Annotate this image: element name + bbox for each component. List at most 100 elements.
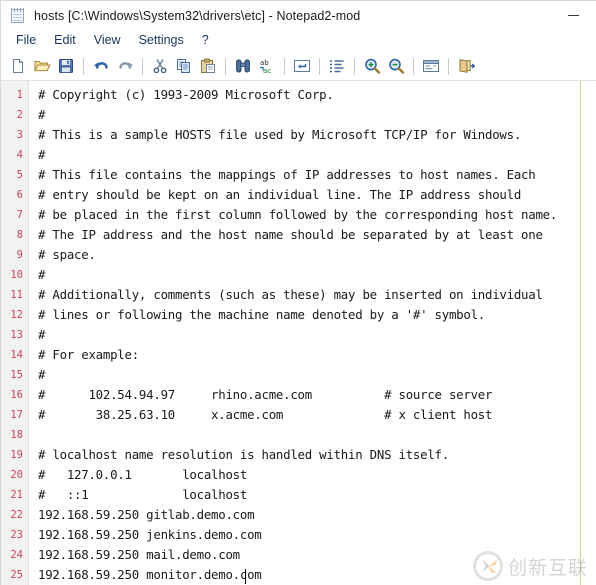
line-number: 19 <box>10 449 23 461</box>
line-number: 12 <box>10 309 23 321</box>
code-line: 192.168.59.250 gitlab.demo.com <box>38 507 255 522</box>
code-line: # be placed in the first column followed… <box>38 207 558 222</box>
redo-button[interactable] <box>113 55 137 78</box>
code-line: # 38.25.63.10 x.acme.com # x client host <box>38 407 493 422</box>
line-number: 3 <box>16 129 23 141</box>
code-line: 192.168.59.250 monitor.demo.com <box>38 567 262 582</box>
code-line: # <box>38 107 46 122</box>
line-number: 7 <box>16 209 23 221</box>
menu-item-edit[interactable]: Edit <box>45 31 85 51</box>
code-text[interactable]: # Copyright (c) 1993-2009 Microsoft Corp… <box>29 81 596 585</box>
line-number: 6 <box>16 189 23 201</box>
minimize-button[interactable] <box>550 1 596 30</box>
zoom-out-icon <box>388 58 404 74</box>
editor-area[interactable]: 1 2 3 4 5 6 7 8 9 10 11 12 13 14 15 16 1… <box>1 81 596 585</box>
toolbar-separator <box>83 57 84 75</box>
toolbar: ab ac <box>1 52 596 81</box>
notepad-icon <box>10 7 26 24</box>
open-file-button[interactable] <box>30 55 54 78</box>
line-number: 24 <box>10 549 23 561</box>
svg-text:ab: ab <box>260 59 269 67</box>
code-line: # Additionally, comments (such as these)… <box>38 287 543 302</box>
code-line: # <box>38 327 46 342</box>
toolbar-separator <box>225 57 226 75</box>
undo-button[interactable] <box>89 55 113 78</box>
title-bar[interactable]: hosts [C:\Windows\System32\drivers\etc] … <box>1 1 596 30</box>
code-line: 192.168.59.250 mail.demo.com <box>38 547 240 562</box>
line-number: 23 <box>10 529 23 541</box>
line-number: 15 <box>10 369 23 381</box>
window-title: hosts [C:\Windows\System32\drivers\etc] … <box>34 8 361 23</box>
exit-button[interactable] <box>454 55 478 78</box>
paste-icon <box>201 58 215 73</box>
save-file-button[interactable] <box>54 55 78 78</box>
notepad2-window: hosts [C:\Windows\System32\drivers\etc] … <box>0 0 596 585</box>
line-number: 11 <box>10 289 23 301</box>
line-number: 4 <box>16 149 23 161</box>
window-controls <box>550 1 596 30</box>
zoom-in-icon <box>364 58 380 74</box>
word-wrap-icon <box>294 60 310 72</box>
new-file-icon <box>13 59 23 73</box>
line-numbers-button[interactable] <box>325 55 349 78</box>
line-number: 13 <box>10 329 23 341</box>
line-number: 16 <box>10 389 23 401</box>
undo-icon <box>93 62 108 69</box>
code-line: # <box>38 267 46 282</box>
menu-item-view[interactable]: View <box>85 31 130 51</box>
toolbar-separator <box>142 57 143 75</box>
cut-icon <box>153 59 167 74</box>
line-number: 17 <box>10 409 23 421</box>
toolbar-separator <box>354 57 355 75</box>
line-number: 21 <box>10 489 23 501</box>
code-line: # The IP address and the host name shoul… <box>38 227 543 242</box>
scheme-button[interactable] <box>419 55 443 78</box>
line-number: 18 <box>10 429 23 441</box>
code-line: # 102.54.94.97 rhino.acme.com # source s… <box>38 387 493 402</box>
line-number: 14 <box>10 349 23 361</box>
text-caret <box>245 569 246 584</box>
code-line: # entry should be kept on an individual … <box>38 187 522 202</box>
line-number: 25 <box>10 569 23 581</box>
code-line: # localhost name resolution is handled w… <box>38 447 449 462</box>
menu-bar: File Edit View Settings ? <box>1 30 596 52</box>
word-wrap-button[interactable] <box>290 55 314 78</box>
code-line: # space. <box>38 247 96 262</box>
redo-icon <box>118 62 133 69</box>
find-icon <box>236 59 250 73</box>
line-number: 1 <box>16 89 23 101</box>
paste-button[interactable] <box>196 55 220 78</box>
code-line: # <box>38 147 46 162</box>
code-line: # lines or following the machine name de… <box>38 307 486 322</box>
code-line: # <box>38 367 46 382</box>
toolbar-separator <box>448 57 449 75</box>
replace-button[interactable]: ab ac <box>255 55 279 78</box>
line-number: 5 <box>16 169 23 181</box>
code-line: # For example: <box>38 347 139 362</box>
copy-button[interactable] <box>172 55 196 78</box>
toolbar-separator <box>319 57 320 75</box>
new-file-button[interactable] <box>6 55 30 78</box>
line-number: 22 <box>10 509 23 521</box>
line-number: 8 <box>16 229 23 241</box>
line-number-gutter: 1 2 3 4 5 6 7 8 9 10 11 12 13 14 15 16 1… <box>1 81 29 585</box>
svg-text:ac: ac <box>263 67 271 74</box>
open-file-icon <box>33 61 51 72</box>
line-number: 9 <box>16 249 23 261</box>
menu-item-help[interactable]: ? <box>193 31 218 51</box>
find-button[interactable] <box>231 55 255 78</box>
line-number: 20 <box>10 469 23 481</box>
code-line: # ::1 localhost <box>38 487 248 502</box>
menu-item-file[interactable]: File <box>7 31 45 51</box>
toolbar-separator <box>284 57 285 75</box>
menu-item-settings[interactable]: Settings <box>130 31 193 51</box>
zoom-in-button[interactable] <box>360 55 384 78</box>
exit-icon <box>459 59 475 73</box>
zoom-out-button[interactable] <box>384 55 408 78</box>
copy-icon <box>177 59 190 73</box>
code-line: # 127.0.0.1 localhost <box>38 467 248 482</box>
save-file-icon <box>59 59 73 73</box>
code-line: # This is a sample HOSTS file used by Mi… <box>38 127 522 142</box>
cut-button[interactable] <box>148 55 172 78</box>
